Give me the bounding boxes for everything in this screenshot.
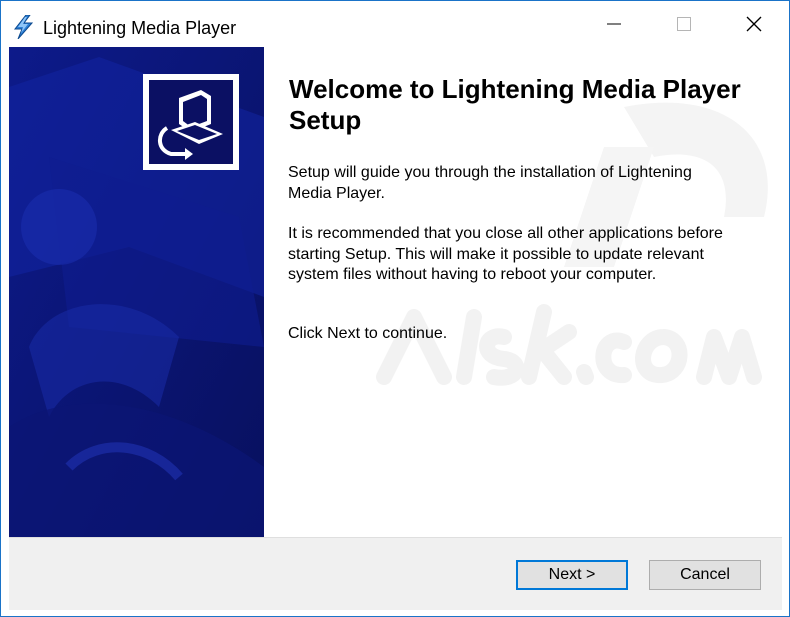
installer-window: Lightening Media Player Welcome to Light… (0, 0, 790, 617)
maximize-icon (677, 17, 691, 31)
lightning-bolt-icon (13, 14, 35, 40)
computer-install-icon (158, 90, 223, 160)
title-bar[interactable]: Lightening Media Player (1, 1, 789, 47)
close-icon (746, 16, 762, 32)
minimize-icon (607, 23, 621, 25)
recommendation-text: It is recommended that you close all oth… (288, 225, 723, 283)
button-bar: Next > Cancel (9, 537, 782, 610)
window-title: Lightening Media Player (43, 18, 237, 38)
intro-text: Setup will guide you through the install… (288, 164, 692, 202)
next-button[interactable]: Next > (516, 560, 628, 590)
page-title: Welcome to Lightening Media Player Setup (289, 74, 741, 135)
continue-instruction: Click Next to continue. (288, 325, 448, 342)
close-button[interactable] (719, 1, 789, 47)
installer-logo (143, 74, 239, 170)
welcome-content: Welcome to Lightening Media Player Setup… (264, 47, 782, 537)
minimize-button[interactable] (579, 1, 649, 47)
maximize-button[interactable] (649, 1, 719, 47)
welcome-sidebar (9, 47, 264, 537)
cancel-button[interactable]: Cancel (649, 560, 761, 590)
